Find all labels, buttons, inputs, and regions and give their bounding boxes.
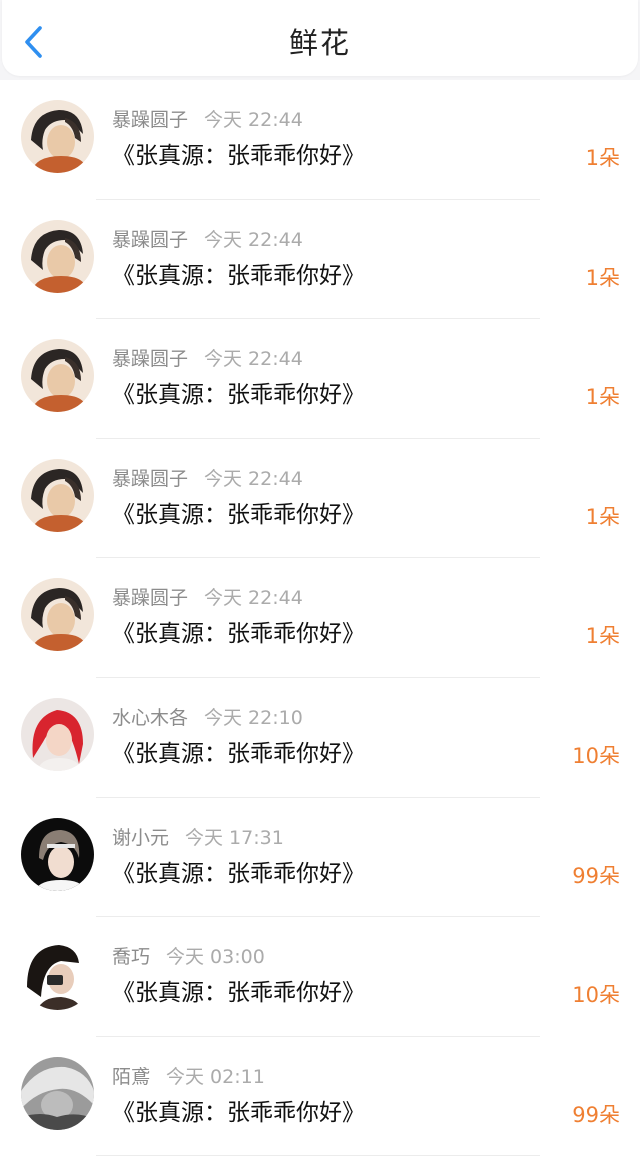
gift-title: 《张真源：张乖乖你好》 (112, 621, 365, 648)
avatar[interactable] (21, 458, 94, 532)
timestamp: 今天 22:10 (204, 707, 303, 729)
user-name: 暴躁圆子 (112, 587, 189, 610)
flower-count: 1朵 (585, 385, 620, 410)
timestamp: 今天 03:00 (166, 946, 265, 969)
flower-count: 99朵 (572, 863, 620, 888)
flower-count: 99朵 (572, 1102, 620, 1127)
avatar[interactable] (21, 578, 94, 652)
timestamp: 今天 17:31 (185, 826, 284, 849)
flower-count: 1朵 (585, 265, 620, 290)
list-item[interactable]: 暴躁圆子 今天 22:44 《张真源：张乖乖你好》 1朵 (0, 439, 640, 559)
user-name: 暴躁圆子 (112, 228, 189, 251)
gift-title: 《张真源：张乖乖你好》 (112, 382, 365, 409)
gift-title: 《张真源：张乖乖你好》 (112, 501, 365, 528)
avatar[interactable] (21, 937, 94, 1011)
gift-title: 《张真源：张乖乖你好》 (112, 741, 365, 767)
list-item[interactable]: 暴躁圆子 今天 22:44 《张真源：张乖乖你好》 1朵 (0, 200, 640, 320)
avatar[interactable] (21, 698, 94, 771)
list-item[interactable]: 暴躁圆子 今天 22:44 《张真源：张乖乖你好》 1朵 (0, 80, 640, 200)
avatar[interactable] (21, 100, 94, 173)
top-bar: 鲜花 (2, 0, 638, 76)
timestamp: 今天 22:44 (204, 228, 303, 251)
flower-count: 10朵 (572, 983, 620, 1008)
flower-count: 1朵 (585, 624, 620, 649)
list-item[interactable]: 喬巧 今天 03:00 《张真源：张乖乖你好》 10朵 (0, 917, 640, 1037)
timestamp: 今天 22:44 (204, 109, 303, 131)
list-item[interactable]: 陌鳶 今天 02:11 《张真源：张乖乖你好》 99朵 (0, 1037, 640, 1157)
list-item[interactable]: 暴躁圆子 今天 22:44 《张真源：张乖乖你好》 1朵 (0, 319, 640, 439)
gift-title: 《张真源：张乖乖你好》 (112, 143, 365, 169)
user-name: 水心木各 (112, 707, 189, 729)
timestamp: 今天 22:44 (204, 587, 303, 610)
divider (96, 1155, 540, 1157)
avatar[interactable] (21, 219, 94, 293)
user-name: 喬巧 (112, 946, 151, 969)
page-title: 鲜花 (288, 26, 351, 60)
user-name: 暴躁圆子 (112, 109, 189, 131)
flower-count: 1朵 (585, 504, 620, 529)
flower-count: 10朵 (572, 744, 620, 768)
list-item[interactable]: 暴躁圆子 今天 22:44 《张真源：张乖乖你好》 1朵 (0, 558, 640, 678)
list-item[interactable]: 谢小元 今天 17:31 《张真源：张乖乖你好》 99朵 (0, 798, 640, 918)
user-name: 陌鳶 (112, 1065, 151, 1088)
timestamp: 今天 02:11 (166, 1065, 265, 1088)
gift-title: 《张真源：张乖乖你好》 (112, 1099, 365, 1126)
avatar[interactable] (21, 817, 94, 891)
gift-title: 《张真源：张乖乖你好》 (112, 860, 365, 887)
user-name: 暴躁圆子 (112, 348, 189, 371)
gift-title: 《张真源：张乖乖你好》 (112, 262, 365, 289)
timestamp: 今天 22:44 (204, 467, 303, 490)
avatar[interactable] (21, 339, 94, 413)
list-item[interactable]: 水心木各 今天 22:10 《张真源：张乖乖你好》 10朵 (0, 678, 640, 798)
user-name: 暴躁圆子 (112, 467, 189, 490)
user-name: 谢小元 (112, 826, 170, 849)
avatar[interactable] (21, 1056, 94, 1130)
timestamp: 今天 22:44 (204, 348, 303, 371)
gift-title: 《张真源：张乖乖你好》 (112, 980, 365, 1007)
flower-gift-list: 暴躁圆子 今天 22:44 《张真源：张乖乖你好》 1朵 暴躁圆子 今天 22:44… (0, 80, 640, 1161)
flower-count: 1朵 (585, 146, 620, 170)
